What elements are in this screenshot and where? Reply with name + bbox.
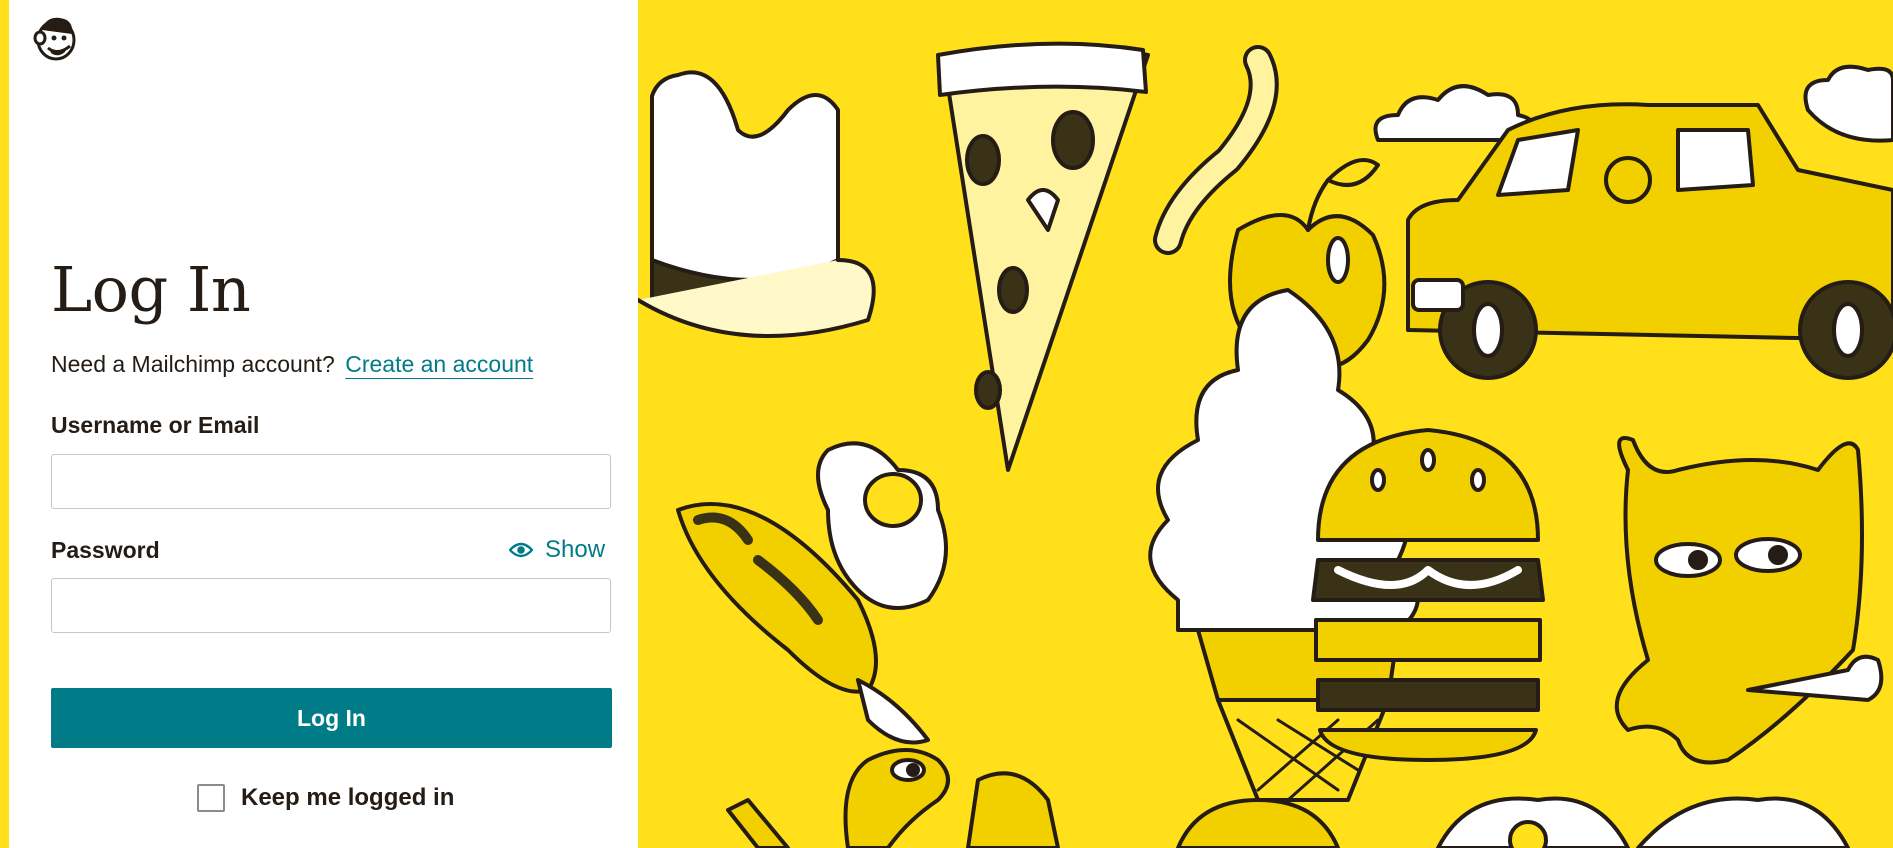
signup-prompt: Need a Mailchimp account? Create an acco… [51, 348, 533, 380]
username-label: Username or Email [51, 412, 260, 438]
create-account-link[interactable]: Create an account [345, 351, 533, 377]
left-accent-stripe [0, 0, 9, 848]
login-button[interactable]: Log In [51, 688, 612, 748]
login-panel: Log In Need a Mailchimp account? Create … [9, 0, 638, 848]
password-label: Password [51, 537, 160, 563]
mailchimp-freddie-logo-icon[interactable] [32, 12, 80, 62]
ice-cream-cone-icon [1148, 288, 1420, 802]
username-input[interactable] [51, 454, 611, 509]
truck-icon [1406, 102, 1893, 380]
illustration-canvas [638, 41, 1893, 848]
snake-icon [843, 748, 950, 848]
keep-logged-in-label: Keep me logged in [241, 784, 455, 811]
keep-logged-in-row: Keep me logged in [197, 784, 454, 812]
show-password-toggle[interactable]: Show [509, 536, 605, 564]
hat-icon [638, 70, 876, 338]
hamburger-icon [1311, 428, 1545, 762]
hero-illustration [638, 0, 1893, 848]
password-input[interactable] [51, 578, 611, 633]
page-title: Log In [51, 253, 251, 326]
show-password-label: Show [545, 536, 606, 563]
signup-prompt-text: Need a Mailchimp account? [51, 351, 335, 377]
wolf-icon [1614, 436, 1884, 765]
eye-icon [509, 542, 533, 558]
worm-icon [1153, 45, 1279, 255]
keep-logged-in-checkbox[interactable] [197, 784, 225, 812]
pizza-slice-icon [936, 41, 1150, 472]
